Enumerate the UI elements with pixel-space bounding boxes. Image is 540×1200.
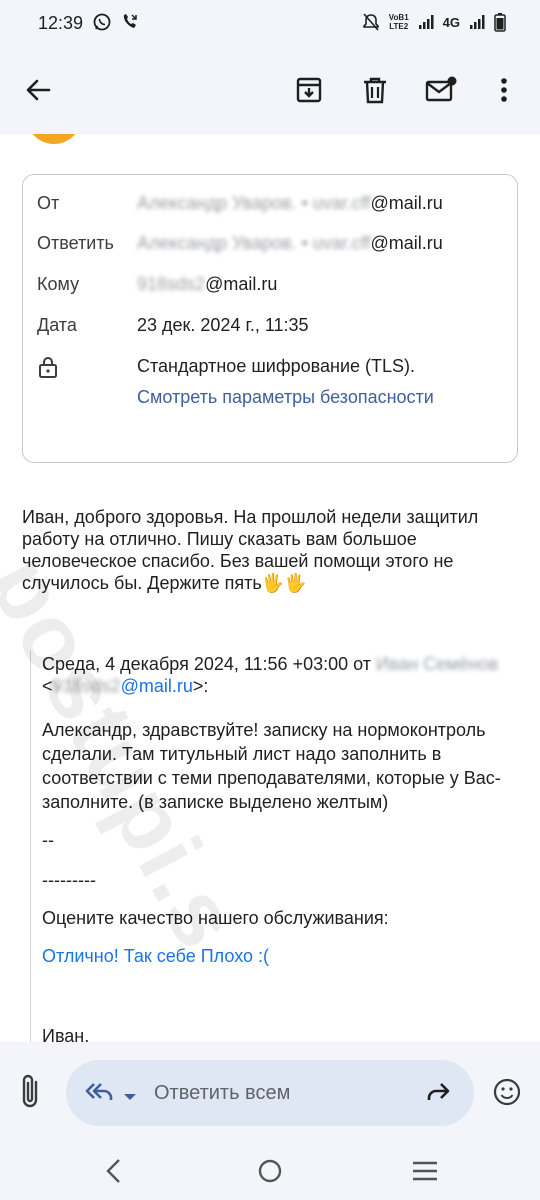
quote-email-domain: @mail.ru [120, 676, 193, 696]
from-value[interactable]: Александр Уваров. • uvar.cff@mail.ru [137, 193, 443, 214]
from-domain: @mail.ru [370, 193, 443, 213]
date-value: 23 дек. 2024 г., 11:35 [137, 315, 309, 335]
signal-1-icon [418, 14, 434, 30]
message-details-card: От Александр Уваров. • uvar.cff@mail.ru … [22, 174, 518, 463]
to-value[interactable]: 918sds2@mail.ru [137, 274, 277, 295]
lock-icon [37, 355, 59, 384]
to-label: Кому [37, 274, 80, 294]
volte-indicator: VoB1 LTE2 [389, 13, 409, 31]
nav-recents-icon[interactable] [410, 1158, 440, 1189]
battery-icon [494, 12, 506, 32]
emoji-smile-icon [483, 1078, 531, 1120]
system-nav-bar [0, 1142, 540, 1200]
quote-separator: --------- [42, 870, 96, 890]
reply-all-placeholder: Ответить всем [154, 1082, 291, 1104]
reply-to-name-blurred: Александр Уваров. • uvar.cff [137, 233, 371, 253]
mark-unread-button[interactable] [417, 66, 465, 114]
top-app-bar [0, 48, 540, 134]
volte-bottom: LTE2 [389, 22, 409, 31]
quote-header: Среда, 4 декабря 2024, 11:56 +03:00 от И… [42, 653, 532, 697]
quote-email-link[interactable]: 918sds2@mail.ru [53, 676, 193, 696]
quote-paragraph: Александр, здравствуйте! записку на норм… [42, 720, 501, 812]
archive-button[interactable] [285, 66, 333, 114]
nav-home-icon[interactable] [256, 1156, 284, 1191]
reply-all-field[interactable]: Ответить всем [66, 1060, 474, 1126]
message-body: Иван, доброго здоровья. На прошлой недел… [22, 507, 479, 593]
emoji-button[interactable] [483, 1068, 531, 1121]
network-type: 4G [442, 14, 460, 30]
attachment-icon [10, 1074, 54, 1120]
delete-icon [362, 76, 388, 104]
quote-rate-links[interactable]: Отлично! Так себе Плохо :( [42, 946, 269, 967]
back-arrow-icon [25, 77, 51, 103]
status-bar: 12:39 VoB1 LTE2 4G [0, 0, 540, 48]
signal-2-icon [469, 14, 485, 30]
quote-header-prefix: Среда, 4 декабря 2024, 11:56 +03:00 от [42, 654, 371, 674]
reply-bar: Ответить всем [0, 1042, 540, 1142]
to-blurred: 918sds2 [137, 274, 206, 294]
quote-lt: < [42, 676, 53, 696]
from-name-blurred: Александр Уваров. • uvar.cff [137, 193, 371, 213]
quote-email-blurred: 918sds2 [52, 676, 121, 696]
more-options-button[interactable] [480, 66, 528, 114]
whatsapp-icon [92, 12, 112, 37]
status-system-icons: VoB1 LTE2 4G [362, 12, 506, 32]
volte-top: VoB1 [388, 13, 409, 22]
more-vert-icon [500, 77, 508, 103]
security-details-link[interactable]: Смотреть параметры безопасности [137, 387, 434, 408]
missed-call-icon [120, 12, 140, 37]
mute-icon [362, 12, 380, 32]
date-label: Дата [37, 315, 77, 335]
attach-button[interactable] [10, 1068, 54, 1121]
archive-icon [295, 76, 323, 104]
delete-button[interactable] [351, 66, 399, 114]
status-time: 12:39 [38, 13, 84, 33]
reply-to-value[interactable]: Александр Уваров. • uvar.cff@mail.ru [137, 233, 443, 254]
reply-all-icon[interactable] [84, 1080, 114, 1109]
reply-to-label: Ответить [37, 233, 114, 253]
mark-unread-icon [425, 76, 457, 104]
back-button[interactable] [14, 66, 62, 114]
from-label: От [37, 193, 60, 213]
to-domain: @mail.ru [205, 274, 278, 294]
quote-signature-dash: -- [42, 830, 54, 850]
forward-icon[interactable] [424, 1080, 452, 1109]
reply-to-domain: @mail.ru [370, 233, 443, 253]
quote-gt: >: [192, 676, 209, 696]
status-notification-icons [92, 12, 140, 37]
encryption-text: Стандартное шифрование (TLS). [137, 356, 416, 376]
quote-rate-prompt: Оцените качество нашего обслуживания: [42, 908, 389, 928]
nav-back-icon[interactable] [100, 1156, 128, 1191]
quoted-message: Среда, 4 декабря 2024, 11:56 +03:00 от И… [30, 650, 532, 1046]
chevron-down-icon[interactable] [122, 1089, 138, 1107]
quote-sender-blurred: Иван Семёнов [376, 654, 499, 674]
